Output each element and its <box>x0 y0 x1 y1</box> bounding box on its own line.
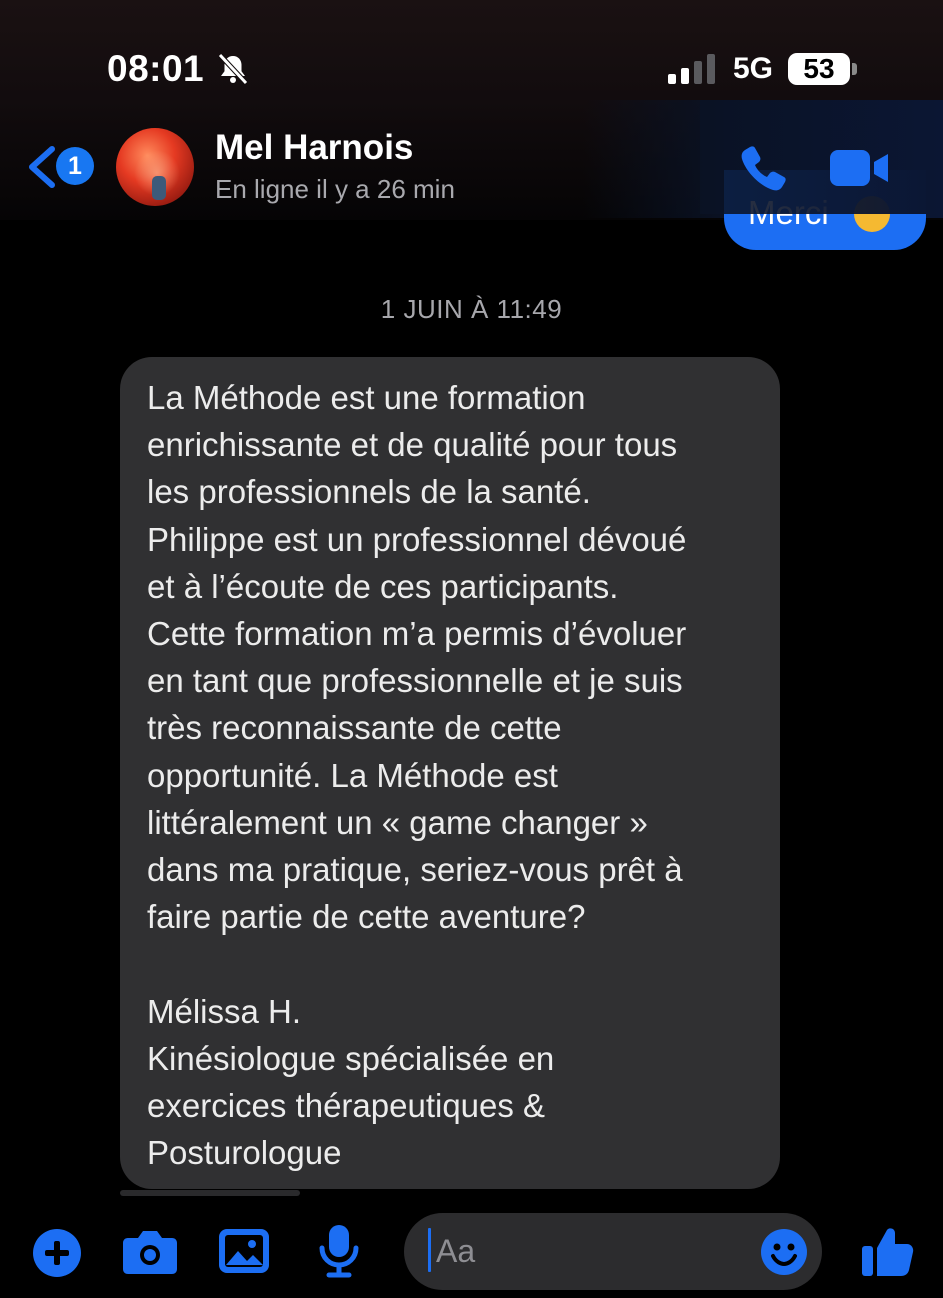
next-message-edge <box>120 1190 300 1196</box>
unread-count-badge[interactable]: 1 <box>56 147 94 185</box>
text-caret <box>428 1228 431 1272</box>
message-input-placeholder: Aa <box>436 1233 476 1269</box>
status-time: 08:01 <box>107 48 205 89</box>
camera-icon[interactable] <box>122 1228 178 1276</box>
contact-name[interactable]: Mel Harnois <box>215 128 413 168</box>
back-chevron-icon[interactable] <box>24 143 60 191</box>
network-type: 5G <box>733 52 774 85</box>
header-fade <box>700 100 943 214</box>
gallery-icon[interactable] <box>218 1228 270 1274</box>
thumbs-up-icon[interactable] <box>860 1224 914 1278</box>
date-separator: 1 JUIN À 11:49 <box>380 294 563 324</box>
plus-icon[interactable] <box>33 1229 81 1277</box>
microphone-icon[interactable] <box>318 1224 360 1278</box>
emoji-icon[interactable] <box>760 1228 808 1276</box>
battery-level: 53 <box>788 53 850 85</box>
battery-cap <box>852 63 857 75</box>
message-text: La Méthode est une formation enrichissan… <box>147 379 687 1172</box>
signal-icon <box>668 54 715 84</box>
avatar[interactable] <box>116 128 194 206</box>
bell-muted-icon <box>218 53 248 85</box>
phone-icon[interactable] <box>740 144 790 192</box>
contact-status: En ligne il y a 26 min <box>215 174 455 204</box>
video-icon[interactable] <box>830 148 890 188</box>
